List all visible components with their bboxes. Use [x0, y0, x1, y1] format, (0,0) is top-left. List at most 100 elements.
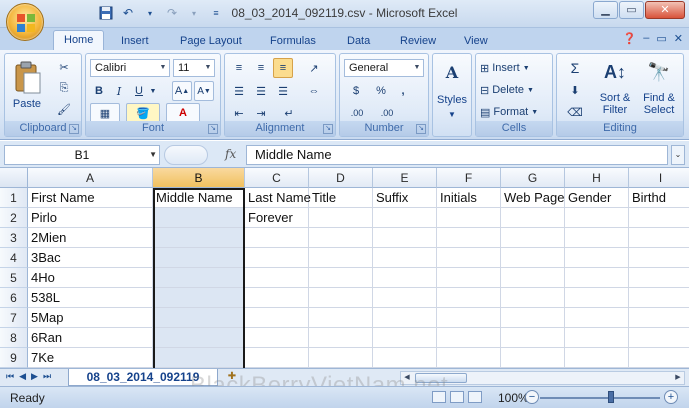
cell-e6[interactable]	[373, 288, 437, 308]
align-middle-icon[interactable]: ≡	[251, 58, 271, 78]
column-header-e[interactable]: E	[373, 168, 437, 188]
formula-input[interactable]: Middle Name	[246, 145, 668, 165]
cell-e7[interactable]	[373, 308, 437, 328]
row-header-4[interactable]: 4	[0, 248, 28, 268]
select-all-corner[interactable]	[0, 168, 28, 188]
row-header-6[interactable]: 6	[0, 288, 28, 308]
page-break-view-icon[interactable]	[468, 391, 482, 403]
row-header-1[interactable]: 1	[0, 188, 28, 208]
cell-g9[interactable]	[501, 348, 565, 368]
italic-icon[interactable]: I	[110, 81, 128, 101]
cell-g6[interactable]	[501, 288, 565, 308]
cell-c2[interactable]: Forever	[245, 208, 309, 228]
fill-icon[interactable]: ⬇	[561, 80, 589, 100]
cell-b1[interactable]: Middle Name	[153, 188, 245, 208]
cell-f2[interactable]	[437, 208, 501, 228]
tab-formulas[interactable]: Formulas	[270, 32, 316, 50]
cell-c9[interactable]	[245, 348, 309, 368]
cell-a4[interactable]: 3Bac	[28, 248, 153, 268]
align-right-icon[interactable]: ☰	[273, 81, 293, 101]
zoom-slider[interactable]	[540, 397, 660, 399]
cell-b9[interactable]	[153, 348, 245, 368]
zoom-out-icon[interactable]: −	[525, 390, 539, 404]
office-button[interactable]	[6, 3, 44, 41]
row-header-9[interactable]: 9	[0, 348, 28, 368]
cell-i5[interactable]	[629, 268, 689, 288]
number-launcher-icon[interactable]: ↘	[416, 124, 426, 134]
cell-h9[interactable]	[565, 348, 629, 368]
cell-c5[interactable]	[245, 268, 309, 288]
help-icon[interactable]: ❓	[623, 32, 637, 45]
cell-e2[interactable]	[373, 208, 437, 228]
cell-h3[interactable]	[565, 228, 629, 248]
cell-d3[interactable]	[309, 228, 373, 248]
column-header-a[interactable]: A	[28, 168, 153, 188]
cell-d7[interactable]	[309, 308, 373, 328]
cell-d6[interactable]	[309, 288, 373, 308]
row-header-7[interactable]: 7	[0, 308, 28, 328]
borders-icon[interactable]: ▦	[90, 103, 120, 123]
cell-i7[interactable]	[629, 308, 689, 328]
cell-g7[interactable]	[501, 308, 565, 328]
maximize-button[interactable]: ▭	[619, 1, 644, 19]
scroll-right-icon[interactable]: ▶	[672, 372, 684, 384]
row-header-3[interactable]: 3	[0, 228, 28, 248]
cell-d2[interactable]	[309, 208, 373, 228]
cell-d5[interactable]	[309, 268, 373, 288]
cell-g3[interactable]	[501, 228, 565, 248]
cell-b8[interactable]	[153, 328, 245, 348]
cell-e1[interactable]: Suffix	[373, 188, 437, 208]
styles-icon[interactable]: A	[437, 58, 467, 86]
tab-page-layout[interactable]: Page Layout	[180, 32, 242, 50]
insert-function-icon[interactable]: fx	[225, 147, 236, 161]
decrease-font-icon[interactable]: A ▼	[194, 81, 214, 101]
align-top-icon[interactable]: ≡	[229, 58, 249, 78]
cell-d9[interactable]	[309, 348, 373, 368]
paste-icon[interactable]	[9, 56, 45, 100]
underline-dropdown-icon[interactable]: ▼	[148, 81, 158, 101]
sort-filter-label[interactable]: Sort & Filter	[593, 92, 637, 116]
cell-h4[interactable]	[565, 248, 629, 268]
cell-h7[interactable]	[565, 308, 629, 328]
column-header-c[interactable]: C	[245, 168, 309, 188]
page-layout-view-icon[interactable]	[450, 391, 464, 403]
cell-e8[interactable]	[373, 328, 437, 348]
horizontal-scrollbar[interactable]: ◀ ▶	[400, 371, 685, 385]
tab-data[interactable]: Data	[347, 32, 370, 50]
cell-i2[interactable]	[629, 208, 689, 228]
cell-h5[interactable]	[565, 268, 629, 288]
normal-view-icon[interactable]	[432, 391, 446, 403]
font-color-icon[interactable]: A	[166, 103, 200, 123]
merge-center-icon[interactable]: ⇔	[299, 81, 329, 101]
styles-label[interactable]: Styles	[433, 94, 471, 106]
cell-a1[interactable]: First Name	[28, 188, 153, 208]
cell-e4[interactable]	[373, 248, 437, 268]
cell-a2[interactable]: Pirlo	[28, 208, 153, 228]
cell-b5[interactable]	[153, 268, 245, 288]
cell-h2[interactable]	[565, 208, 629, 228]
font-name-combo[interactable]: Calibri ▼	[90, 59, 170, 77]
decrease-decimal-button[interactable]: .00	[374, 103, 400, 123]
first-sheet-icon[interactable]: ⏮	[6, 371, 14, 382]
format-cells-button[interactable]: ▤ Format ▼	[479, 102, 549, 122]
row-header-8[interactable]: 8	[0, 328, 28, 348]
cell-c8[interactable]	[245, 328, 309, 348]
sheet-tab-active[interactable]: 08_03_2014_092119	[68, 369, 218, 386]
cell-f7[interactable]	[437, 308, 501, 328]
cell-g5[interactable]	[501, 268, 565, 288]
increase-decimal-button[interactable]: .00	[344, 103, 370, 123]
find-select-icon[interactable]: 🔭	[639, 56, 679, 88]
paste-label[interactable]: Paste	[7, 98, 47, 110]
cell-f8[interactable]	[437, 328, 501, 348]
insert-sheet-icon[interactable]: ✚	[224, 371, 240, 384]
cell-h8[interactable]	[565, 328, 629, 348]
ribbon-restore-icon[interactable]: ▭	[656, 32, 666, 45]
delete-cells-button[interactable]: ⊟ Delete ▼	[479, 80, 549, 100]
cell-a7[interactable]: 5Map	[28, 308, 153, 328]
percent-button[interactable]: %	[372, 81, 390, 101]
row-header-5[interactable]: 5	[0, 268, 28, 288]
last-sheet-icon[interactable]: ⏭	[43, 371, 51, 382]
cell-g1[interactable]: Web Page	[501, 188, 565, 208]
insert-cells-button[interactable]: ⊞ Insert ▼	[479, 58, 549, 78]
cell-a8[interactable]: 6Ran	[28, 328, 153, 348]
